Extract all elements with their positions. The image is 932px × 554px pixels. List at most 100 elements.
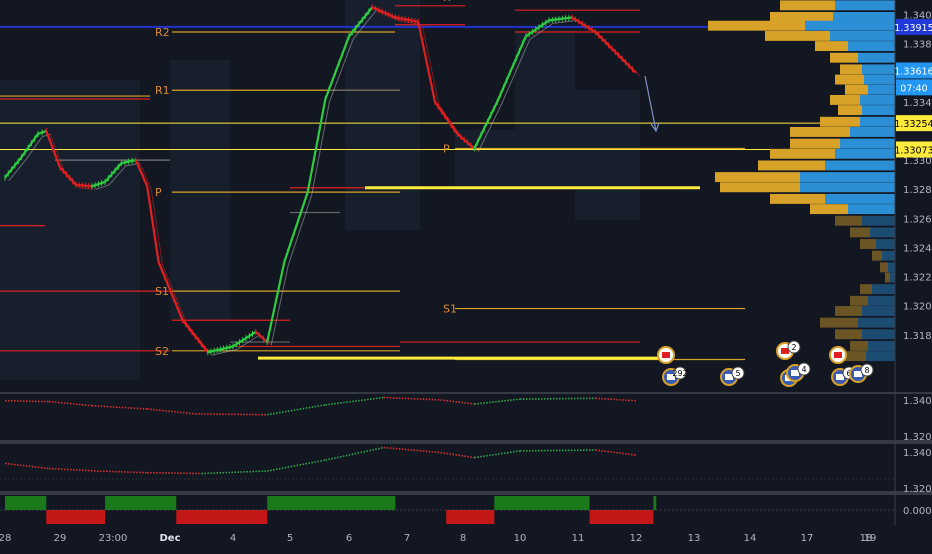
time-axis-tick-label: 29 [54, 533, 67, 544]
volume-profile-bar-up [860, 94, 895, 105]
volume-profile-bar-up [830, 30, 895, 41]
volume-profile-bar-down [850, 295, 868, 306]
volume-profile-bar-up [848, 204, 895, 215]
price-badge-label: 1.33254 [894, 119, 932, 130]
trend-segment-bull [5, 496, 47, 510]
pivot-label: R2 [155, 26, 170, 39]
time-axis-tick-label: 10 [514, 533, 527, 544]
volume-profile-bar-up [858, 317, 895, 328]
volume-profile-bar-up [840, 138, 895, 149]
volume-profile-bar-down [810, 204, 848, 215]
volume-profile-bar-up [833, 12, 895, 22]
volume-profile-bar-down [780, 0, 835, 11]
flag-mark [662, 352, 670, 358]
trading-chart[interactable]: R2R1PS1S2PS1R2925234681.340001.338001.33… [0, 0, 932, 550]
time-axis-tick-label: 17 [801, 533, 814, 544]
pivot-label: R1 [155, 84, 170, 97]
pivot-label: S1 [155, 285, 169, 298]
volume-profile-bar-up [862, 64, 895, 75]
shade-block [515, 30, 575, 190]
sub-axis-tick-label: 1.3200 [903, 432, 932, 443]
volume-profile-bar-down [850, 227, 870, 238]
volume-profile-bar-down [790, 126, 850, 137]
volume-profile-bar-up [850, 126, 895, 137]
volume-profile-bar-down [720, 182, 800, 193]
price-axis-tick-label: 1.32400 [903, 243, 932, 254]
price-badge-label: 1.33073 [894, 145, 932, 156]
pivot-label: P [155, 186, 162, 199]
volume-profile-bar-down [838, 105, 862, 116]
shade-block [0, 80, 140, 380]
volume-profile-bar-up [800, 182, 895, 193]
volume-profile-bar-down [850, 340, 868, 351]
volume-profile-bar-up [862, 105, 895, 116]
volume-profile-bar-up [870, 227, 895, 238]
volume-profile-bar-up [862, 306, 895, 316]
volume-profile-bar-up [825, 193, 895, 204]
sub-axis-tick-label: 1.3400 [903, 448, 932, 459]
volume-profile-bar-down [820, 317, 858, 328]
volume-profile-bar-down [815, 41, 848, 52]
price-axis-tick-label: 1.32200 [903, 273, 932, 284]
trend-segment-bear [46, 510, 106, 524]
event-count-label: 292 [672, 369, 687, 378]
volume-profile-bar-up [888, 262, 895, 273]
pivot-label: S1 [443, 303, 457, 316]
volume-profile-bar-up [848, 41, 895, 52]
trend-segment-bull [494, 496, 590, 510]
price-axis-tick-label: 1.32000 [903, 302, 932, 313]
price-segment-down [75, 183, 92, 188]
volume-profile-bar-down [830, 52, 858, 63]
time-axis-bg [0, 526, 895, 550]
time-axis-tick-label: 7 [404, 533, 410, 544]
time-axis-tick-label: 13 [688, 533, 701, 544]
volume-profile-bar-down [708, 20, 805, 31]
volume-profile-bar-up [860, 116, 895, 127]
volume-profile-bar-up [890, 272, 895, 283]
volume-profile-bar-down [860, 284, 872, 295]
volume-profile-bar-up [835, 148, 895, 159]
pivot-label: R [443, 0, 451, 4]
price-badge-label: 1.33616 [894, 66, 932, 77]
event-count-label: 2 [791, 343, 796, 352]
price-axis-tick-label: 1.32800 [903, 185, 932, 196]
trend-segment-bear [589, 510, 654, 524]
time-axis-tick-label: Dec [159, 533, 180, 544]
flag-mark [834, 352, 842, 358]
volume-profile-bar-down [830, 94, 860, 105]
shade-block [575, 90, 640, 220]
trend-segment-bull [105, 496, 177, 510]
chart-svg[interactable]: R2R1PS1S2PS1R2925234681.340001.338001.33… [0, 0, 932, 550]
volume-profile-bar-down [770, 12, 833, 22]
time-axis-tick-label: 5 [287, 533, 293, 544]
volume-profile-bar-down [770, 193, 825, 204]
price-axis-tick-label: 1.31800 [903, 331, 932, 342]
volume-profile-bar-down [835, 306, 862, 316]
time-axis-tick-label: 19 [864, 533, 877, 544]
volume-profile-bar-up [862, 329, 895, 340]
pivot-label: S2 [155, 345, 169, 358]
oscillator-1-line [4, 399, 50, 403]
volume-profile-bar-up [835, 0, 895, 11]
shade-block [345, 0, 420, 230]
volume-profile-bar-down [790, 138, 840, 149]
event-count-label: 5 [735, 369, 740, 378]
sub-axis-tick-label: 1.3400 [903, 396, 932, 407]
event-count-label: 8 [864, 366, 869, 375]
volume-profile-bar-up [872, 284, 895, 295]
volume-profile-bar-up [866, 351, 895, 362]
volume-profile-bar-down [880, 262, 888, 273]
volume-profile-bar-down [765, 30, 830, 41]
volume-profile-bar-down [715, 172, 800, 183]
time-axis-tick-label: 4 [230, 533, 236, 544]
volume-profile-bar-down [820, 116, 860, 127]
volume-profile-bar-down [840, 64, 862, 75]
volume-profile-bar-up [858, 52, 895, 63]
event-count-label: 4 [801, 365, 806, 374]
time-axis-tick-label: 11 [572, 533, 585, 544]
volume-profile-bar-down [835, 329, 862, 340]
volume-profile-bar-up [868, 340, 895, 351]
volume-profile-bar-down [770, 148, 835, 159]
volume-profile-bar-up [876, 239, 895, 249]
trend-segment-bull [267, 496, 396, 510]
